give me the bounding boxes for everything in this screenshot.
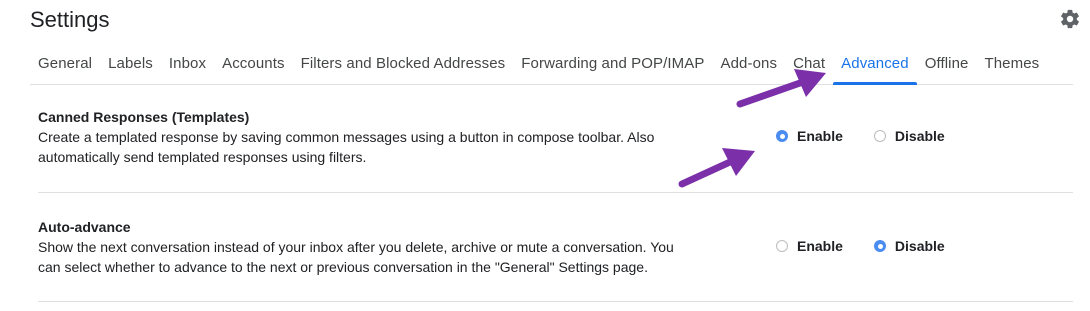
tab-inbox[interactable]: Inbox <box>161 44 214 82</box>
disable-label: Disable <box>894 238 945 254</box>
enable-label: Enable <box>797 238 843 254</box>
tab-add-ons[interactable]: Add-ons <box>712 44 785 82</box>
settings-tabs: General Labels Inbox Accounts Filters an… <box>30 44 1073 85</box>
section-title: Canned Responses (Templates) <box>38 109 250 125</box>
disable-label: Disable <box>894 128 945 144</box>
disable-radio[interactable] <box>873 240 886 252</box>
auto-advance-options: Enable Disable <box>776 238 976 254</box>
section-description: Show the next conversation instead of yo… <box>38 239 674 275</box>
canned-responses-section: Canned Responses (Templates) Create a te… <box>38 108 1073 193</box>
auto-disable-option[interactable]: Disable <box>873 238 945 254</box>
auto-advance-section: Auto-advance Show the next conversation … <box>38 218 1073 302</box>
tab-forwarding[interactable]: Forwarding and POP/IMAP <box>513 44 712 82</box>
tab-offline[interactable]: Offline <box>917 44 977 82</box>
enable-radio[interactable] <box>776 240 788 252</box>
canned-enable-option[interactable]: Enable <box>776 128 843 144</box>
auto-enable-option[interactable]: Enable <box>776 238 843 254</box>
disable-radio[interactable] <box>873 130 886 142</box>
section-description: Create a templated response by saving co… <box>38 129 655 165</box>
tab-accounts[interactable]: Accounts <box>214 44 293 82</box>
enable-radio[interactable] <box>776 130 788 142</box>
section-title: Auto-advance <box>38 219 131 235</box>
tab-filters[interactable]: Filters and Blocked Addresses <box>293 44 514 82</box>
canned-disable-option[interactable]: Disable <box>873 128 945 144</box>
tab-general[interactable]: General <box>30 44 100 82</box>
tab-labels[interactable]: Labels <box>100 44 161 82</box>
settings-page: Settings General Labels Inbox Accounts F… <box>0 0 1090 311</box>
canned-responses-options: Enable Disable <box>776 128 976 144</box>
gear-icon[interactable] <box>1059 8 1081 30</box>
page-title: Settings <box>30 7 110 32</box>
tab-advanced[interactable]: Advanced <box>833 44 917 85</box>
enable-label: Enable <box>797 128 843 144</box>
tab-chat[interactable]: Chat <box>785 44 833 82</box>
tab-themes[interactable]: Themes <box>976 44 1047 82</box>
